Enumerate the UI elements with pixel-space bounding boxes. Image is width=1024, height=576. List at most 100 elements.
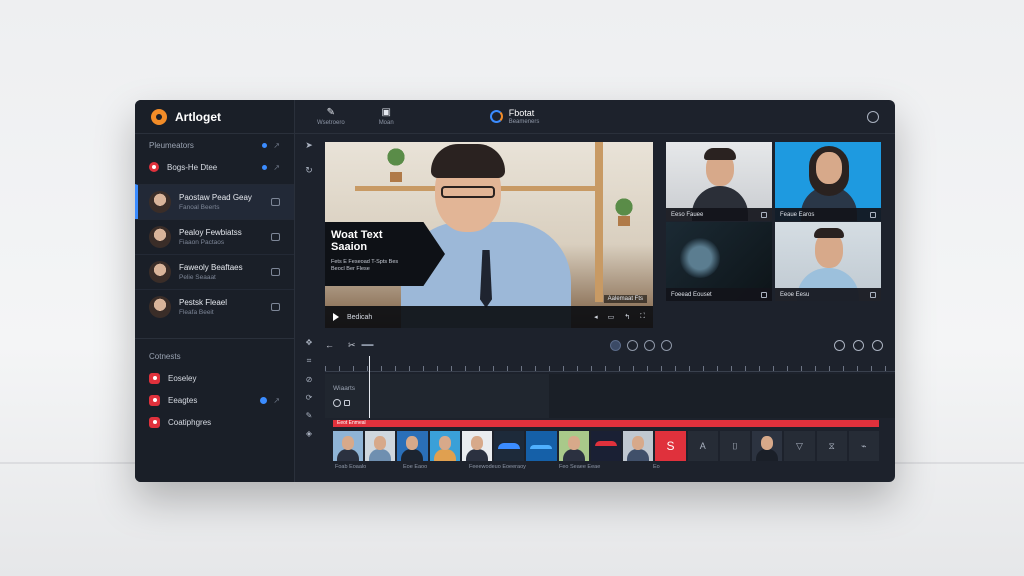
participant-tile[interactable]: Foeead Eouset: [666, 222, 772, 301]
clip-placeholder[interactable]: ▽: [784, 431, 815, 461]
top-toolbar: ✎ Wsetroero ▣ Moan Fbotat Beameners: [295, 100, 895, 134]
captions-icon[interactable]: ▭: [608, 313, 615, 321]
folder-icon: [149, 372, 160, 384]
timeline-toolbar: ← ✂ ▬▬: [325, 336, 891, 354]
sidebar-divider: [135, 338, 294, 339]
clip-thumbnail[interactable]: [365, 431, 396, 461]
participant-tile[interactable]: Feaue Earos: [775, 142, 881, 221]
move-icon[interactable]: ✥: [306, 338, 313, 347]
app-logo-icon: [151, 108, 167, 125]
toolbar-button-edit[interactable]: ✎ Wsetroero: [317, 107, 345, 126]
contact-item[interactable]: Paostaw Pead Geay Fanoal Beerts: [135, 184, 294, 219]
layers-icon[interactable]: ◈: [306, 429, 312, 438]
app-window: Artloget Pleumeators ↗ Bogs-He Dtee ↗ Pa…: [135, 100, 895, 482]
participant-tile[interactable]: Eeso Fauee: [666, 142, 772, 221]
collapse-icon[interactable]: ↗: [273, 141, 280, 150]
clip-thumbnail[interactable]: S: [655, 431, 686, 461]
lower-third-subtitle: Fets E Feseoad T-Spts Bes Beocl Ber Fles…: [331, 259, 399, 272]
link-icon[interactable]: [660, 339, 672, 351]
section-title: Pleumeators: [149, 140, 194, 150]
blade-icon[interactable]: ⊘: [306, 375, 313, 384]
clip-thumbnail[interactable]: [429, 431, 460, 461]
contact-item[interactable]: Pealoy Fewbiatss Fiaaon Pactaos: [135, 219, 294, 254]
clip-thumbnail[interactable]: [333, 431, 364, 461]
sidebar-item-folder[interactable]: Eoseley: [135, 367, 294, 389]
toolbar-label: Moan: [378, 120, 394, 126]
fullscreen-icon[interactable]: ⛶: [640, 313, 645, 321]
chat-icon[interactable]: [271, 303, 280, 311]
screen-share-graphic: [680, 238, 720, 278]
record-icon: [149, 162, 159, 172]
chevron-icon[interactable]: ↗: [273, 163, 280, 172]
clip-placeholder[interactable]: ⧖: [816, 431, 847, 461]
pencil-icon: ✎: [326, 107, 336, 118]
clip-placeholder[interactable]: ⌷: [719, 431, 751, 461]
audio-track-strip[interactable]: Eeot Enmeal: [333, 420, 879, 427]
sidebar-item-live[interactable]: Bogs-He Dtee ↗: [135, 156, 294, 178]
chevron-icon[interactable]: ↗: [273, 396, 280, 405]
refresh-icon[interactable]: ↻: [305, 165, 313, 176]
avatar: [149, 261, 171, 283]
crop-icon[interactable]: ⌗: [307, 356, 312, 366]
video-track[interactable]: [325, 374, 895, 418]
visibility-icon[interactable]: [333, 399, 341, 407]
contact-name: Pealoy Fewbiatss: [179, 228, 242, 237]
clip-thumbnail[interactable]: [752, 431, 783, 461]
clip-placeholder[interactable]: A: [687, 431, 718, 461]
sync-icon[interactable]: ⟳: [306, 393, 313, 402]
playhead[interactable]: [369, 356, 370, 418]
loop-icon[interactable]: [626, 339, 638, 351]
volume-icon[interactable]: ◂: [594, 313, 598, 321]
clip-thumbnail[interactable]: [397, 431, 428, 461]
chat-icon[interactable]: [271, 198, 280, 206]
sidebar-item-folder[interactable]: Coatiphgres: [135, 411, 294, 433]
status-dot-icon: [262, 164, 268, 170]
video-caption: Aalemaat Fts: [603, 295, 647, 303]
toolbar-button-media[interactable]: ▣ Moan: [379, 107, 394, 126]
back-arrow-icon[interactable]: ←: [325, 340, 334, 350]
fit-icon[interactable]: [872, 339, 883, 351]
product-badge: Fbotat Beameners: [489, 108, 539, 125]
mic-icon[interactable]: [870, 211, 876, 218]
participant-tile[interactable]: Eeoe Eesu: [775, 222, 881, 301]
settings-icon[interactable]: [867, 110, 879, 123]
mic-icon[interactable]: [761, 291, 767, 298]
clip-thumbnail[interactable]: [526, 431, 557, 461]
marker-icon[interactable]: [643, 339, 655, 351]
record-toggle-icon[interactable]: [609, 339, 621, 351]
mic-icon[interactable]: [761, 211, 767, 218]
sidebar-item-label: Bogs-He Dtee: [167, 162, 218, 172]
chat-icon[interactable]: [271, 268, 280, 276]
clip-thumbnail[interactable]: [461, 431, 493, 461]
clip-thumbnail[interactable]: [558, 431, 589, 461]
sidebar-item-folder[interactable]: Eeagtes ↗: [135, 389, 294, 411]
clip-thumbnail[interactable]: [494, 431, 525, 461]
timeline-ruler[interactable]: [325, 358, 895, 372]
clip-captions: Foab Eoaalo Eoe Eaoo Feeewodeuo Eoeeraoy…: [333, 464, 879, 472]
clip-placeholder[interactable]: ⌁: [848, 431, 879, 461]
chat-icon[interactable]: [271, 233, 280, 241]
contact-item[interactable]: Pestsk Fleael Fleafa Beeit: [135, 289, 294, 324]
contact-subtitle: Fanoal Beerts: [179, 204, 220, 211]
participant-name: Eeoe Eesu: [780, 291, 810, 298]
play-icon[interactable]: [333, 313, 339, 321]
mic-icon[interactable]: [870, 291, 876, 298]
lock-icon[interactable]: [344, 400, 350, 406]
toolbar-spacer: ▬▬: [361, 342, 374, 348]
zoom-out-icon[interactable]: [834, 339, 845, 351]
contact-item[interactable]: Faweoly Beaftaes Pelie Seaaat: [135, 254, 294, 289]
pen-icon[interactable]: ✎: [306, 411, 313, 420]
main-video-preview[interactable]: Woat Text Saaion Fets E Feseoad T-Spts B…: [325, 142, 653, 328]
share-icon[interactable]: ↰: [624, 313, 630, 321]
participants-section-header: Pleumeators ↗: [135, 134, 294, 156]
product-logo-icon: [489, 110, 503, 123]
clip-thumbnail[interactable]: [590, 431, 622, 461]
section-title: Cotnests: [149, 351, 181, 361]
arrow-left-icon[interactable]: ➤: [305, 140, 313, 151]
participant-name: Feaue Earos: [780, 211, 815, 218]
zoom-in-icon[interactable]: [853, 339, 864, 351]
folder-label: Eoseley: [168, 373, 197, 383]
lower-third-overlay[interactable]: Woat Text Saaion Fets E Feseoad T-Spts B…: [325, 222, 445, 286]
cut-icon[interactable]: ✂: [348, 340, 356, 351]
clip-thumbnail[interactable]: [623, 431, 654, 461]
